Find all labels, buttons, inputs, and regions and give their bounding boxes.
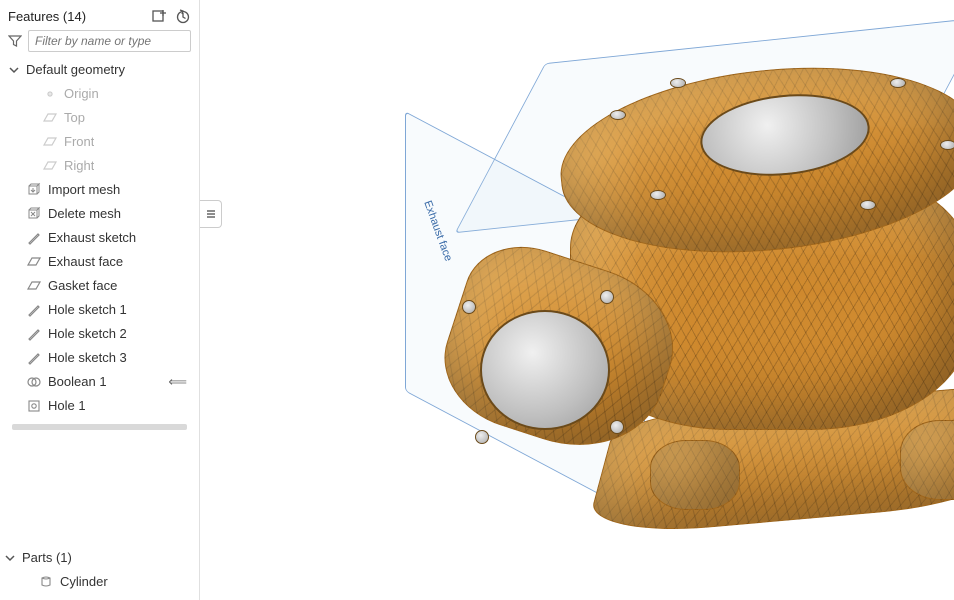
bolt-hole[interactable] xyxy=(600,290,614,304)
tree-label: Hole 1 xyxy=(48,397,86,415)
feature-tree-header-actions xyxy=(151,8,191,24)
bolt-hole[interactable] xyxy=(610,110,626,120)
tree-label: Hole sketch 2 xyxy=(48,325,127,343)
tree-node-origin[interactable]: Origin xyxy=(4,82,195,106)
sketch-icon xyxy=(26,302,42,318)
feature-filter-input[interactable] xyxy=(28,30,191,52)
sketch-icon xyxy=(26,230,42,246)
tree-label: Hole sketch 3 xyxy=(48,349,127,367)
tree-label: Delete mesh xyxy=(48,205,121,223)
feature-tree-scrollbar[interactable] xyxy=(12,424,187,430)
bolt-hole[interactable] xyxy=(462,300,476,314)
tree-label: Exhaust face xyxy=(48,253,123,271)
sketch-icon xyxy=(26,350,42,366)
filter-icon[interactable] xyxy=(8,34,22,48)
origin-icon xyxy=(42,86,58,102)
tree-label: Right xyxy=(64,157,94,175)
feature-filter-row xyxy=(0,30,199,58)
bolt-hole[interactable] xyxy=(860,200,876,210)
part-icon xyxy=(38,574,54,590)
tree-label: Import mesh xyxy=(48,181,120,199)
tree-label: Exhaust sketch xyxy=(48,229,136,247)
boolean-icon xyxy=(26,374,42,390)
tree-node-top-plane[interactable]: Top xyxy=(4,106,195,130)
parts-section: Parts (1) Cylinder xyxy=(0,538,199,594)
tree-node-exhaust-sketch[interactable]: Exhaust sketch xyxy=(4,226,195,250)
sketch-icon xyxy=(26,326,42,342)
rollback-history-icon[interactable] xyxy=(175,8,191,24)
feature-tree-title: Features (14) xyxy=(8,9,86,24)
tree-node-delete-mesh[interactable]: Delete mesh xyxy=(4,202,195,226)
bolt-hole[interactable] xyxy=(940,140,954,150)
delete-mesh-icon xyxy=(26,206,42,222)
3d-scene: Exhaust face xyxy=(200,0,954,600)
tree-node-right-plane[interactable]: Right xyxy=(4,154,195,178)
tree-label: Top xyxy=(64,109,85,127)
feature-tree-panel: Features (14) Default geometry Origin To… xyxy=(0,0,200,600)
chevron-down-icon[interactable] xyxy=(8,64,20,76)
bolt-hole[interactable] xyxy=(670,78,686,88)
hole-feature-icon xyxy=(26,398,42,414)
chevron-down-icon[interactable] xyxy=(4,552,16,564)
tree-node-boolean-1[interactable]: Boolean 1 ⟸ xyxy=(4,370,195,394)
parts-header[interactable]: Parts (1) xyxy=(0,546,199,570)
tree-node-front-plane[interactable]: Front xyxy=(4,130,195,154)
add-feature-icon[interactable] xyxy=(151,8,167,24)
bore-exhaust[interactable] xyxy=(480,310,610,430)
bolt-hole[interactable] xyxy=(475,430,489,444)
tree-label: Gasket face xyxy=(48,277,117,295)
tree-label: Default geometry xyxy=(26,61,125,79)
bolt-hole[interactable] xyxy=(890,78,906,88)
plane-icon xyxy=(26,254,42,270)
3d-viewport[interactable]: Exhaust face xyxy=(200,0,954,600)
rollback-bar-indicator-icon[interactable]: ⟸ xyxy=(167,373,191,391)
plane-icon xyxy=(42,158,58,174)
bolt-hole[interactable] xyxy=(650,190,666,200)
tree-node-hole-1[interactable]: Hole 1 xyxy=(4,394,195,418)
plane-icon xyxy=(26,278,42,294)
tree-node-hole-sketch-2[interactable]: Hole sketch 2 xyxy=(4,322,195,346)
tree-label: Origin xyxy=(64,85,99,103)
tree-label: Front xyxy=(64,133,94,151)
tree-label: Boolean 1 xyxy=(48,373,107,391)
plane-icon xyxy=(42,110,58,126)
tree-node-exhaust-face[interactable]: Exhaust face xyxy=(4,250,195,274)
parts-title: Parts (1) xyxy=(22,549,72,567)
plane-icon xyxy=(42,134,58,150)
import-mesh-icon xyxy=(26,182,42,198)
feature-tree: Default geometry Origin Top Front Right … xyxy=(0,58,199,538)
part-item-cylinder[interactable]: Cylinder xyxy=(0,570,199,594)
tree-node-hole-sketch-3[interactable]: Hole sketch 3 xyxy=(4,346,195,370)
tree-node-default-geometry[interactable]: Default geometry xyxy=(4,58,195,82)
tree-label: Hole sketch 1 xyxy=(48,301,127,319)
tree-node-hole-sketch-1[interactable]: Hole sketch 1 xyxy=(4,298,195,322)
tree-node-gasket-face[interactable]: Gasket face xyxy=(4,274,195,298)
tree-node-import-mesh[interactable]: Import mesh xyxy=(4,178,195,202)
part-label: Cylinder xyxy=(60,573,108,591)
bolt-hole[interactable] xyxy=(610,420,624,434)
feature-tree-header: Features (14) xyxy=(0,6,199,30)
